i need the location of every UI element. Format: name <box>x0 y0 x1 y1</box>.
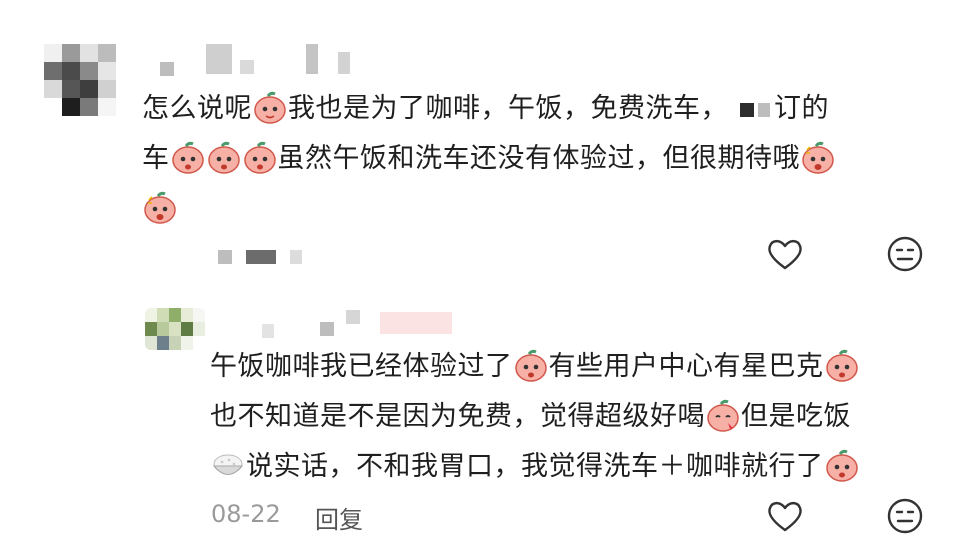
peach-emoji <box>243 141 277 175</box>
meh-face-icon <box>887 498 923 534</box>
redacted-mark <box>758 103 770 117</box>
comment-text-2: 我也是为了咖啡，午饭，免费洗车， <box>288 93 728 124</box>
redacted-mark <box>740 103 754 117</box>
reply-text-2: 有些用户中心有星巴克 <box>548 351 824 382</box>
commenter-avatar[interactable] <box>44 44 116 116</box>
like-button[interactable] <box>765 234 805 274</box>
peach-emoji <box>207 141 241 175</box>
comment-text-4: 车 <box>142 143 170 174</box>
meh-face-icon <box>887 236 923 272</box>
peach-emoji <box>514 349 548 383</box>
peach-emoji <box>706 399 740 433</box>
reply-date: 08-22 <box>211 500 281 528</box>
comment-body: 怎么说呢 我也是为了咖啡，午饭，免费洗车， 订的 车 虽然午饭和洗车还没有体验过，但很… <box>142 84 932 234</box>
peach-emoji <box>801 141 835 175</box>
replier-name-redacted[interactable] <box>262 310 462 338</box>
reply-text-5: 说实话，不和我胃口，我觉得洗车＋咖啡就行了 <box>246 451 824 482</box>
reply-like-button[interactable] <box>765 496 805 536</box>
peach-emoji <box>825 349 859 383</box>
heart-outline-icon <box>768 501 802 532</box>
comment-text-1: 怎么说呢 <box>142 93 252 124</box>
commenter-name-redacted[interactable] <box>160 44 360 76</box>
dislike-button[interactable] <box>885 234 925 274</box>
reply-body: 午饭咖啡我已经体验过了 有些用户中心有星巴克 也不知道是不是因为免费，觉得超级好喝… <box>210 342 950 492</box>
comment-meta-redacted <box>218 250 318 266</box>
reply-text-4: 但是吃饭 <box>741 401 851 432</box>
reply-dislike-button[interactable] <box>885 496 925 536</box>
rice-bowl-emoji <box>211 449 245 483</box>
peach-emoji <box>143 191 177 225</box>
peach-emoji <box>253 91 287 125</box>
comment-text-5: 虽然午饭和洗车还没有体验过，但很期待哦 <box>277 143 800 174</box>
reply-button[interactable]: 回复 <box>315 500 363 535</box>
peach-emoji <box>171 141 205 175</box>
reply-text-1: 午饭咖啡我已经体验过了 <box>210 351 513 382</box>
heart-outline-icon <box>768 239 802 270</box>
peach-emoji <box>825 449 859 483</box>
replier-avatar[interactable] <box>145 308 205 350</box>
comment-text-3: 订的 <box>774 93 829 124</box>
reply-text-3: 也不知道是不是因为免费，觉得超级好喝 <box>210 401 705 432</box>
